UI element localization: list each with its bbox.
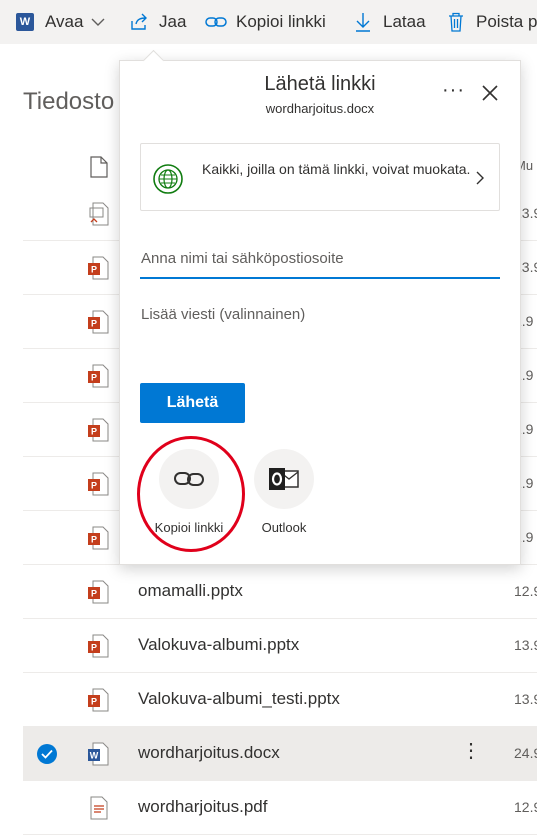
- svg-text:P: P: [91, 427, 97, 437]
- svg-text:W: W: [90, 751, 99, 761]
- permission-text: Kaikki, joilla on tämä linkki, voivat mu…: [202, 161, 471, 177]
- globe-icon: [153, 164, 183, 194]
- recipient-input[interactable]: [140, 239, 500, 279]
- outlook-circle[interactable]: [254, 449, 314, 509]
- file-name[interactable]: wordharjoitus.docx: [138, 743, 280, 763]
- file-modified-date: 13.9: [514, 691, 537, 707]
- send-button[interactable]: Lähetä: [140, 383, 245, 423]
- open-button[interactable]: W Avaa: [14, 0, 105, 44]
- svg-text:P: P: [91, 643, 97, 653]
- powerpoint-file-icon: P: [87, 256, 109, 280]
- powerpoint-file-icon: [87, 202, 109, 226]
- outlook-option-label: Outlook: [261, 520, 307, 535]
- file-modified-date: 12.9: [514, 799, 537, 815]
- svg-text:P: P: [91, 481, 97, 491]
- svg-text:P: P: [91, 319, 97, 329]
- link-icon: [174, 472, 204, 486]
- file-row[interactable]: P Valokuva-albumi.pptx 13.9: [23, 619, 537, 673]
- file-name[interactable]: Valokuva-albumi.pptx: [138, 635, 299, 655]
- file-row[interactable]: wordharjoitus.pdf 12.9: [23, 781, 537, 835]
- file-name[interactable]: Valokuva-albumi_testi.pptx: [138, 689, 340, 709]
- powerpoint-file-icon: P: [87, 526, 109, 550]
- share-icon: [128, 11, 150, 33]
- delete-label: Poista p: [476, 12, 537, 31]
- file-row[interactable]: Wwordharjoitus.docx ⋮ 24.9: [23, 727, 537, 781]
- copy-link-circle[interactable]: [159, 449, 219, 509]
- close-icon[interactable]: [480, 83, 500, 103]
- powerpoint-file-icon: P: [87, 688, 109, 712]
- powerpoint-file-icon: P: [87, 418, 109, 442]
- file-row[interactable]: P Valokuva-albumi_testi.pptx 13.9: [23, 673, 537, 727]
- file-row[interactable]: Pomamalli.pptx 12.9: [23, 565, 537, 619]
- copy-link-option[interactable]: Kopioi linkki: [139, 449, 239, 535]
- dialog-filename: wordharjoitus.docx: [265, 101, 375, 116]
- message-input[interactable]: [140, 306, 500, 346]
- link-settings-button[interactable]: Kaikki, joilla on tämä linkki, voivat mu…: [140, 143, 500, 211]
- chevron-down-icon: [91, 18, 105, 26]
- outlook-icon: [269, 468, 299, 490]
- page-title: Tiedosto: [23, 88, 115, 115]
- chevron-right-icon: [476, 171, 484, 185]
- word-file-icon: W: [87, 742, 109, 766]
- row-more-icon[interactable]: ⋮: [461, 741, 481, 761]
- delete-button[interactable]: Poista p: [445, 0, 537, 44]
- checkmark-icon[interactable]: [37, 744, 57, 764]
- share-dialog: Lähetä linkki wordharjoitus.docx ··· Kai…: [119, 60, 521, 565]
- svg-text:P: P: [91, 373, 97, 383]
- download-icon: [352, 11, 374, 33]
- powerpoint-file-icon: P: [87, 472, 109, 496]
- download-button[interactable]: Lataa: [352, 0, 426, 44]
- word-app-icon: W: [14, 11, 36, 33]
- link-icon: [205, 11, 227, 33]
- command-bar: W Avaa Jaa Kopioi linkki Lataa Poista p: [0, 0, 537, 44]
- share-button[interactable]: Jaa: [128, 0, 186, 44]
- powerpoint-file-icon: P: [87, 580, 109, 604]
- copy-link-button[interactable]: Kopioi linkki: [205, 0, 326, 44]
- file-name[interactable]: wordharjoitus.pdf: [138, 797, 267, 817]
- file-modified-date: 24.9: [514, 745, 537, 761]
- share-label: Jaa: [159, 12, 187, 31]
- svg-text:P: P: [91, 535, 97, 545]
- pdf-file-icon: [87, 796, 109, 820]
- outlook-option[interactable]: Outlook: [234, 449, 334, 535]
- file-modified-date: 12.9: [514, 583, 537, 599]
- trash-icon: [445, 11, 467, 33]
- svg-text:P: P: [91, 697, 97, 707]
- file-modified-date: 13.9: [514, 637, 537, 653]
- svg-text:P: P: [91, 265, 97, 275]
- powerpoint-file-icon: P: [87, 364, 109, 388]
- copy-link-label: Kopioi linkki: [236, 12, 326, 31]
- more-options-icon[interactable]: ···: [442, 79, 465, 102]
- open-label: Avaa: [45, 12, 84, 31]
- file-type-header-icon[interactable]: [90, 156, 108, 178]
- powerpoint-file-icon: P: [87, 310, 109, 334]
- file-name[interactable]: omamalli.pptx: [138, 581, 243, 601]
- powerpoint-file-icon: P: [87, 634, 109, 658]
- download-label: Lataa: [383, 12, 426, 31]
- svg-text:P: P: [91, 589, 97, 599]
- copy-link-option-label: Kopioi linkki: [154, 520, 224, 535]
